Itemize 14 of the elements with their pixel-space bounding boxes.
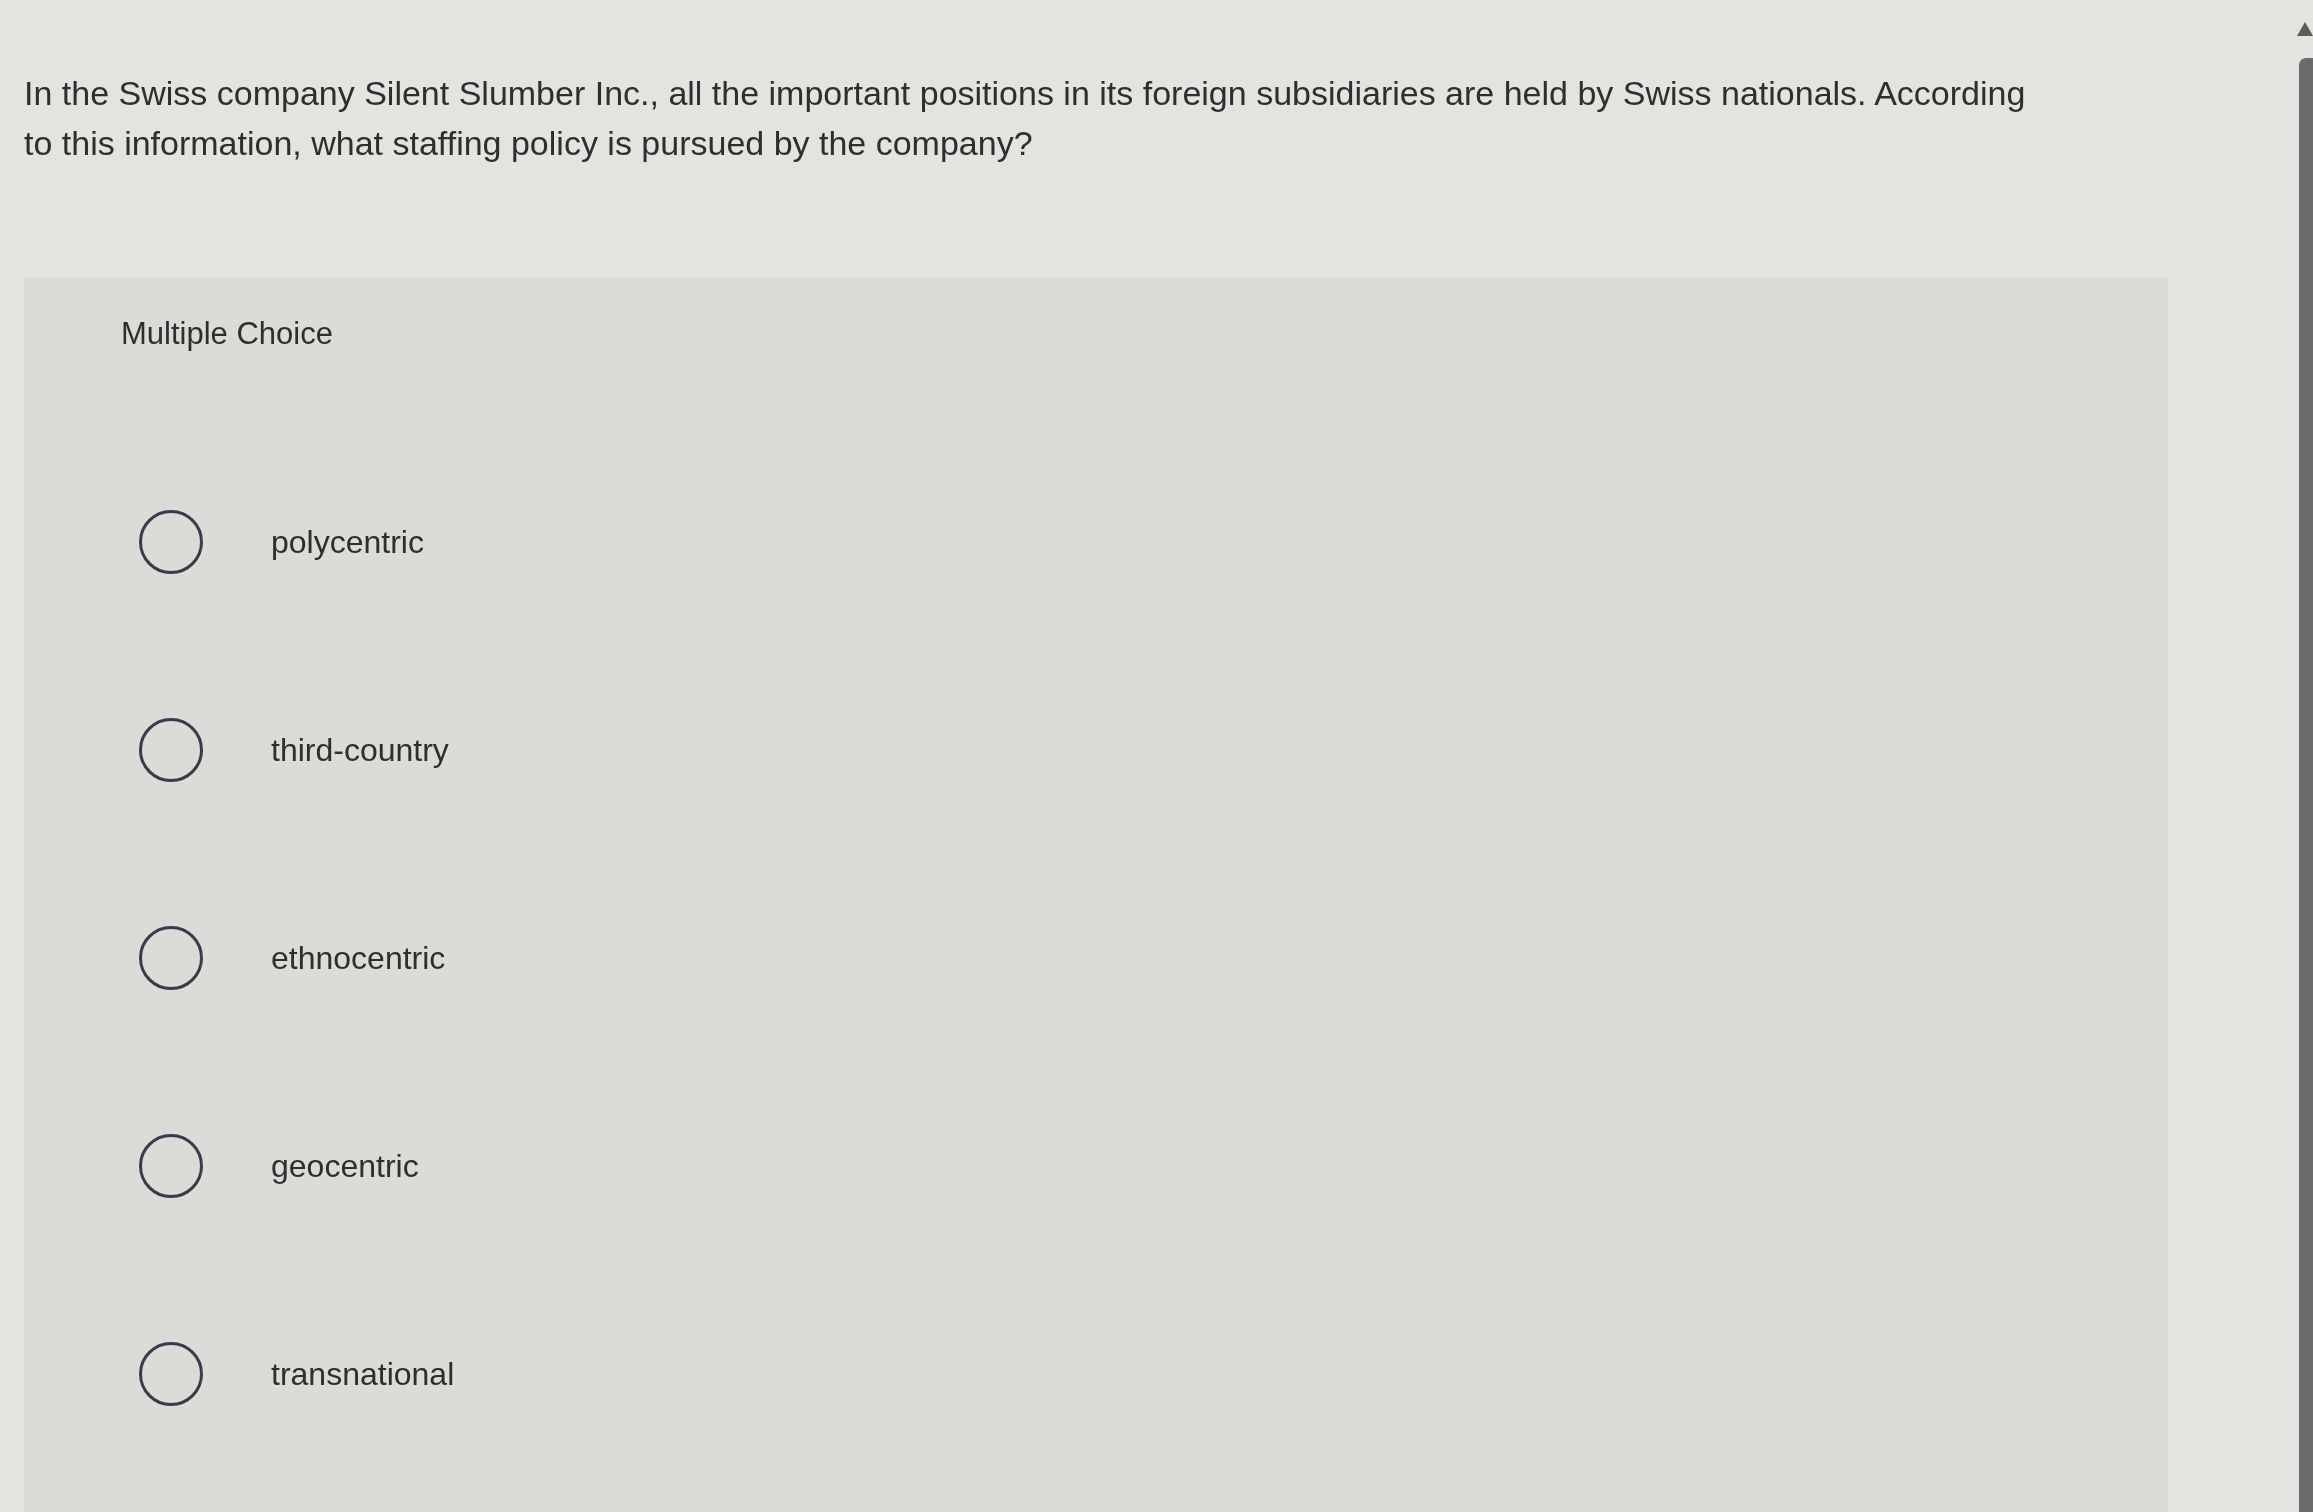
- option-label[interactable]: geocentric: [271, 1147, 419, 1185]
- option-label[interactable]: polycentric: [271, 523, 424, 561]
- radio-button[interactable]: [139, 1134, 203, 1198]
- radio-button[interactable]: [139, 718, 203, 782]
- scrollbar-thumb[interactable]: [2299, 58, 2313, 1512]
- question-type-label: Multiple Choice: [121, 316, 333, 352]
- radio-button[interactable]: [139, 926, 203, 990]
- question-text: In the Swiss company Silent Slumber Inc., all the important positions in its foreign subsidiaries are held by Swiss nationals. According to this information, what staffing policy is pursued by the company?: [24, 73, 2027, 164]
- option-label[interactable]: third-country: [271, 731, 449, 769]
- up-arrow-icon[interactable]: [2297, 22, 2313, 36]
- radio-button[interactable]: [139, 1342, 203, 1406]
- radio-button[interactable]: [139, 510, 203, 574]
- option-label[interactable]: transnational: [271, 1355, 455, 1393]
- option-label[interactable]: ethnocentric: [271, 939, 446, 977]
